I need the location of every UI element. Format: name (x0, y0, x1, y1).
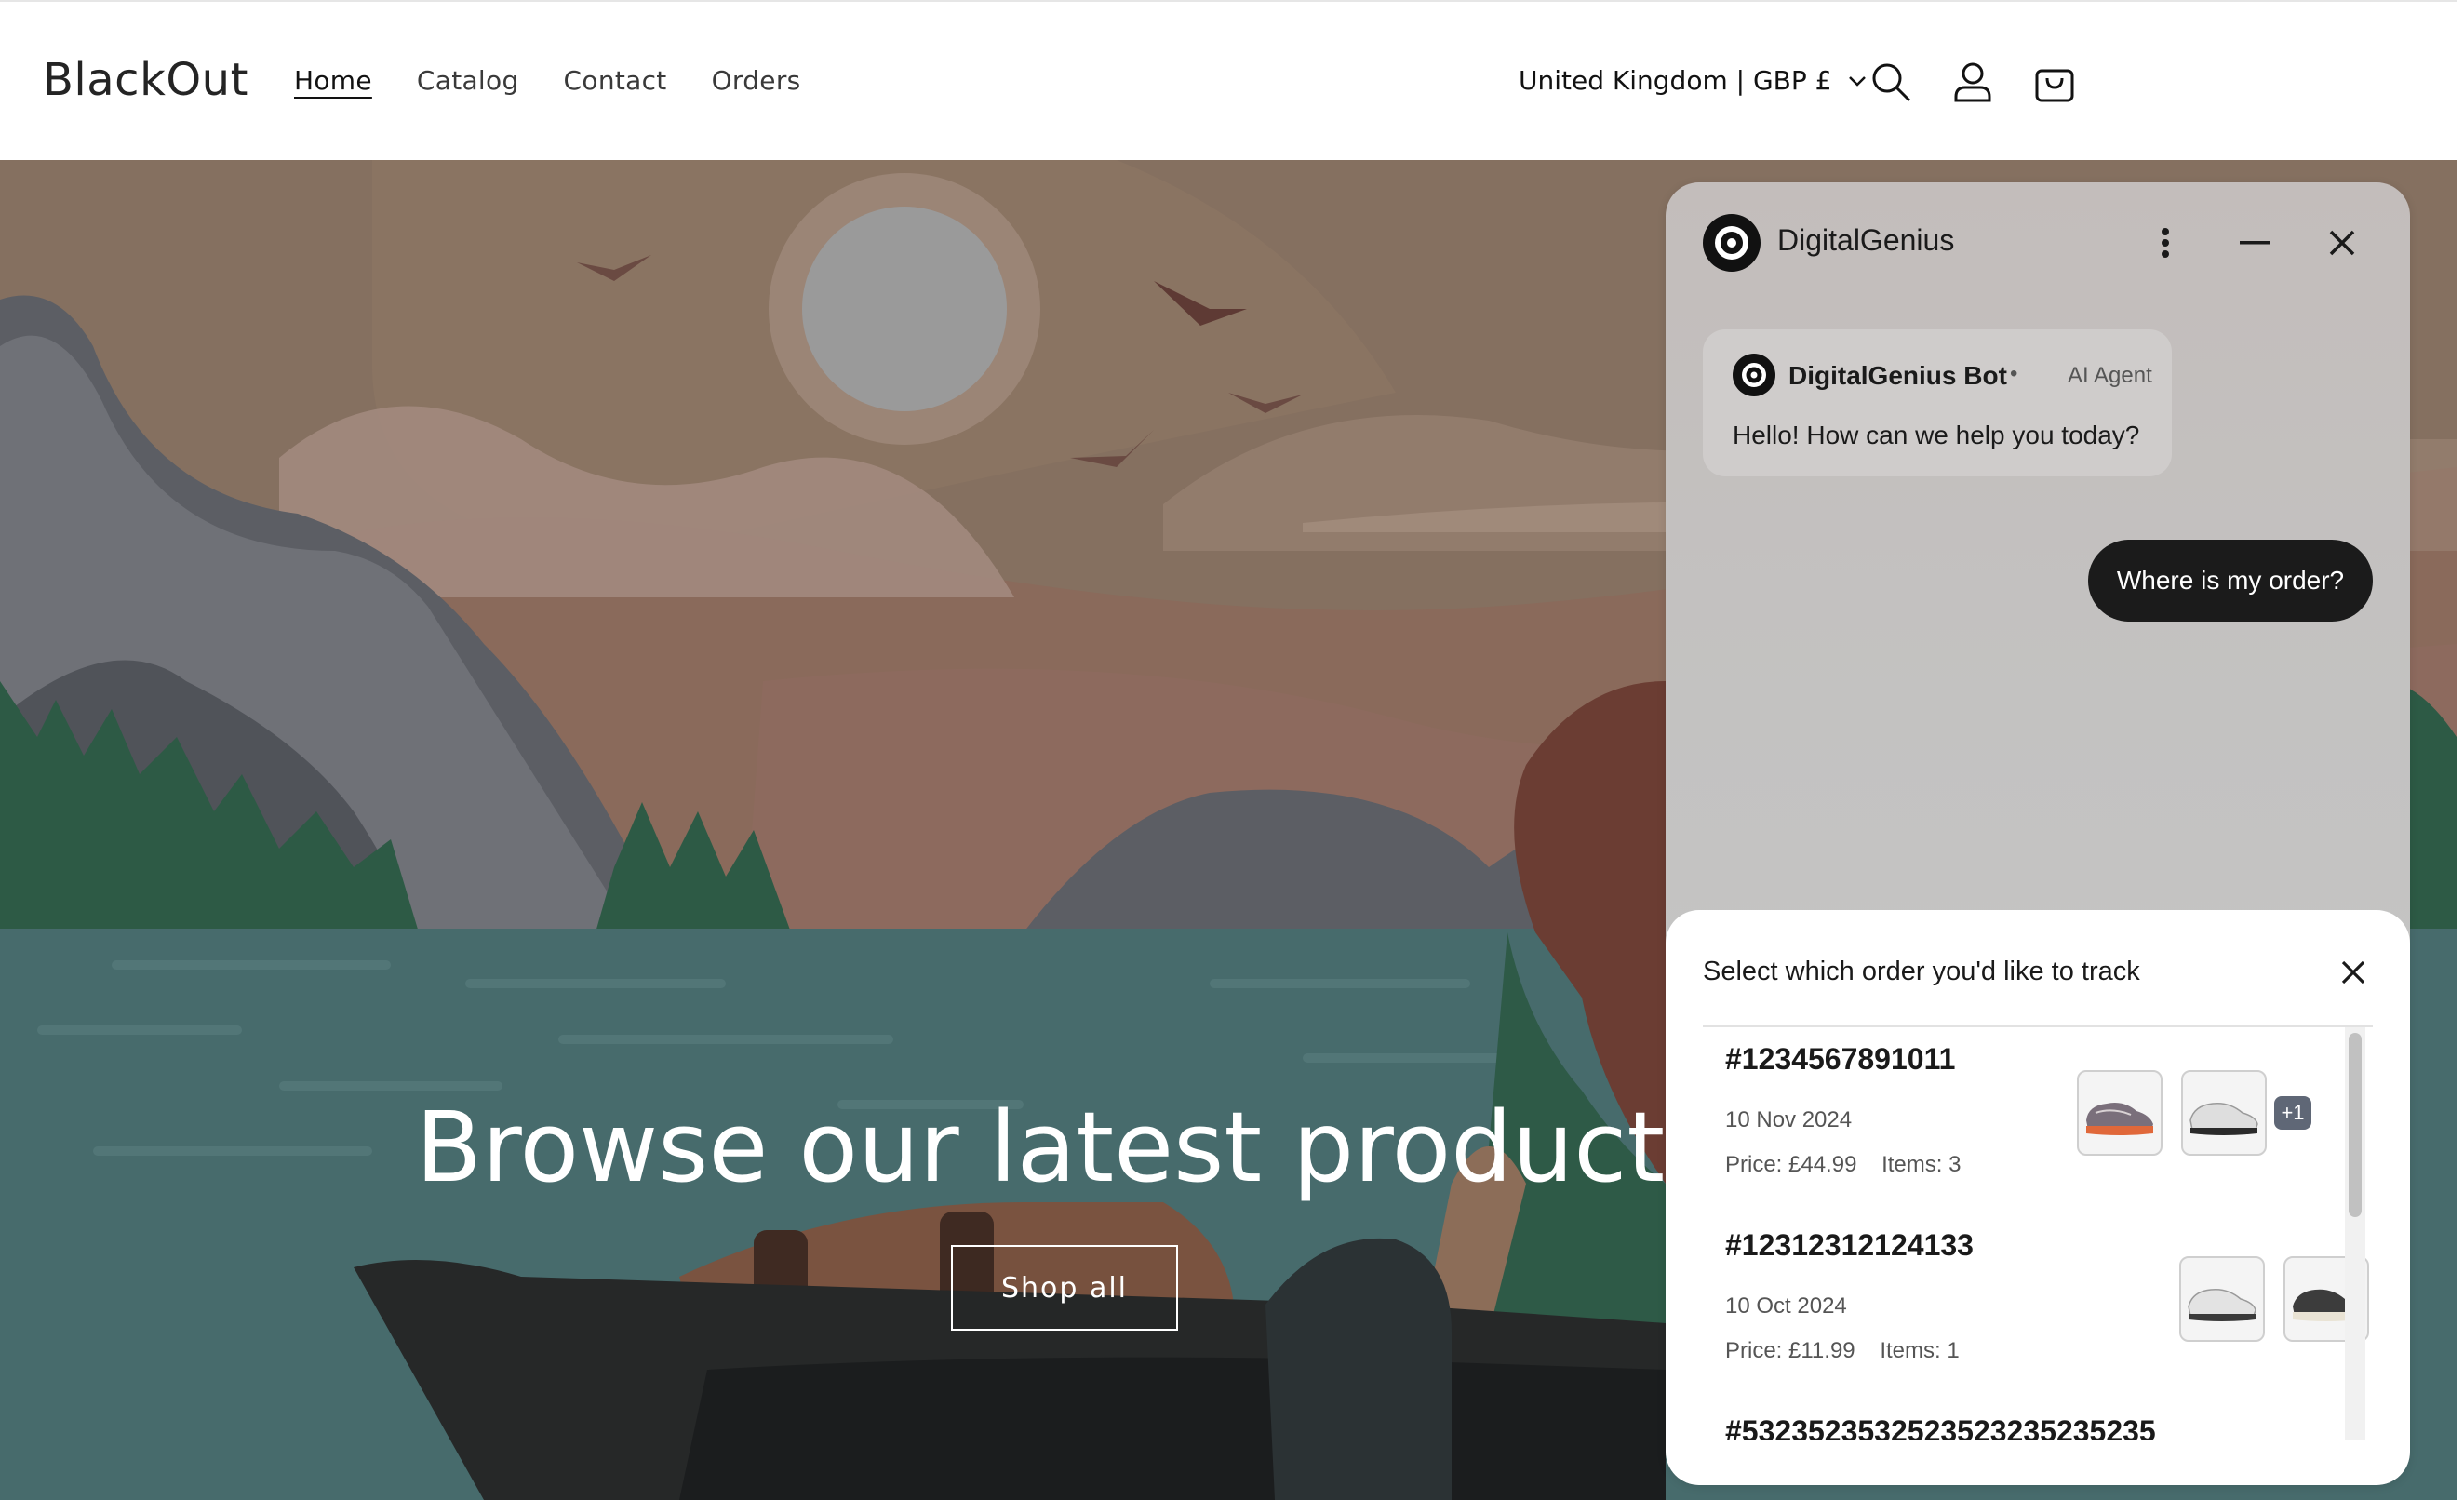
chat-title: DigitalGenius (1777, 223, 1955, 257)
white-sneaker-icon (2188, 1288, 2256, 1321)
storefront-page: BlackOut Home Catalog Contact Orders Uni… (0, 0, 2457, 1500)
order-items-count: Items: 3 (1881, 1152, 1962, 1177)
chat-header: DigitalGenius (1666, 182, 2410, 303)
order-price: Price: £11.99 (1725, 1338, 1855, 1363)
sheet-title: Select which order you'd like to track (1703, 957, 2140, 986)
order-id: #1234567891011 (1725, 1042, 1956, 1076)
order-date: 10 Oct 2024 (1725, 1293, 1847, 1319)
main-nav: Home Catalog Contact Orders (294, 65, 846, 96)
close-icon[interactable] (2319, 220, 2365, 266)
order-list-scrollbar[interactable] (2345, 1027, 2365, 1440)
account-icon[interactable] (1950, 60, 1995, 104)
search-icon[interactable] (1868, 60, 1913, 104)
chevron-down-icon (1849, 75, 1867, 87)
bot-separator: • (2010, 361, 2018, 386)
locale-selector[interactable]: United Kingdom | GBP £ (1519, 65, 1867, 96)
white-sneaker-icon (2189, 1102, 2258, 1135)
product-thumbnail (2181, 1070, 2267, 1156)
order-item[interactable]: #12312312124133 10 Oct 2024 Price: £11.9… (1703, 1228, 2369, 1401)
bot-message: DigitalGenius Bot • AI Agent Hello! How … (1703, 329, 2172, 476)
minimize-icon[interactable] (2231, 220, 2278, 266)
product-thumbnail (2179, 1256, 2265, 1342)
nav-home[interactable]: Home (294, 65, 372, 96)
order-items-count: Items: 1 (1880, 1338, 1960, 1363)
product-thumbnail (2077, 1070, 2163, 1156)
site-logo[interactable]: BlackOut (43, 54, 248, 106)
user-message: Where is my order? (2088, 540, 2373, 622)
digitalgenius-logo-icon (1703, 214, 1761, 272)
chat-widget: DigitalGenius DigitalGenius Bot • AI Age… (1666, 182, 2410, 1485)
order-item[interactable]: #1234567891011 10 Nov 2024 Price: £44.99… (1703, 1042, 2336, 1215)
more-items-badge: +1 (2274, 1096, 2311, 1130)
cart-icon[interactable] (2032, 60, 2077, 104)
order-select-sheet: Select which order you'd like to track #… (1666, 910, 2410, 1485)
orange-sneaker-icon (2086, 1103, 2153, 1135)
nav-contact[interactable]: Contact (564, 65, 667, 96)
order-id: #5323523532523523235235235 (1725, 1414, 2156, 1440)
order-id: #12312312124133 (1725, 1228, 1974, 1262)
sheet-close-icon[interactable] (2330, 949, 2377, 996)
nav-catalog[interactable]: Catalog (417, 65, 519, 96)
scrollbar-thumb[interactable] (2349, 1033, 2362, 1217)
nav-orders[interactable]: Orders (712, 65, 801, 96)
bot-message-text: Hello! How can we help you today? (1733, 421, 2140, 449)
order-price: Price: £44.99 (1725, 1152, 1857, 1177)
order-date: 10 Nov 2024 (1725, 1107, 1853, 1132)
bot-avatar-icon (1733, 354, 1775, 396)
site-header: BlackOut Home Catalog Contact Orders Uni… (0, 0, 2457, 160)
order-meta: Price: £44.99 Items: 3 (1725, 1152, 1961, 1178)
bot-role: AI Agent (2068, 363, 2152, 388)
order-list[interactable]: #1234567891011 10 Nov 2024 Price: £44.99… (1703, 1027, 2373, 1440)
order-meta: Price: £11.99 Items: 1 (1725, 1338, 1960, 1364)
bot-name: DigitalGenius Bot (1788, 361, 2007, 390)
page-scrollbar-gutter (2457, 0, 2464, 1500)
shop-all-button[interactable]: Shop all (951, 1245, 1178, 1331)
locale-label: United Kingdom | GBP £ (1519, 65, 1832, 96)
more-options-icon[interactable] (2142, 220, 2189, 266)
order-item[interactable]: #5323523532523523235235235 (1703, 1414, 2336, 1440)
